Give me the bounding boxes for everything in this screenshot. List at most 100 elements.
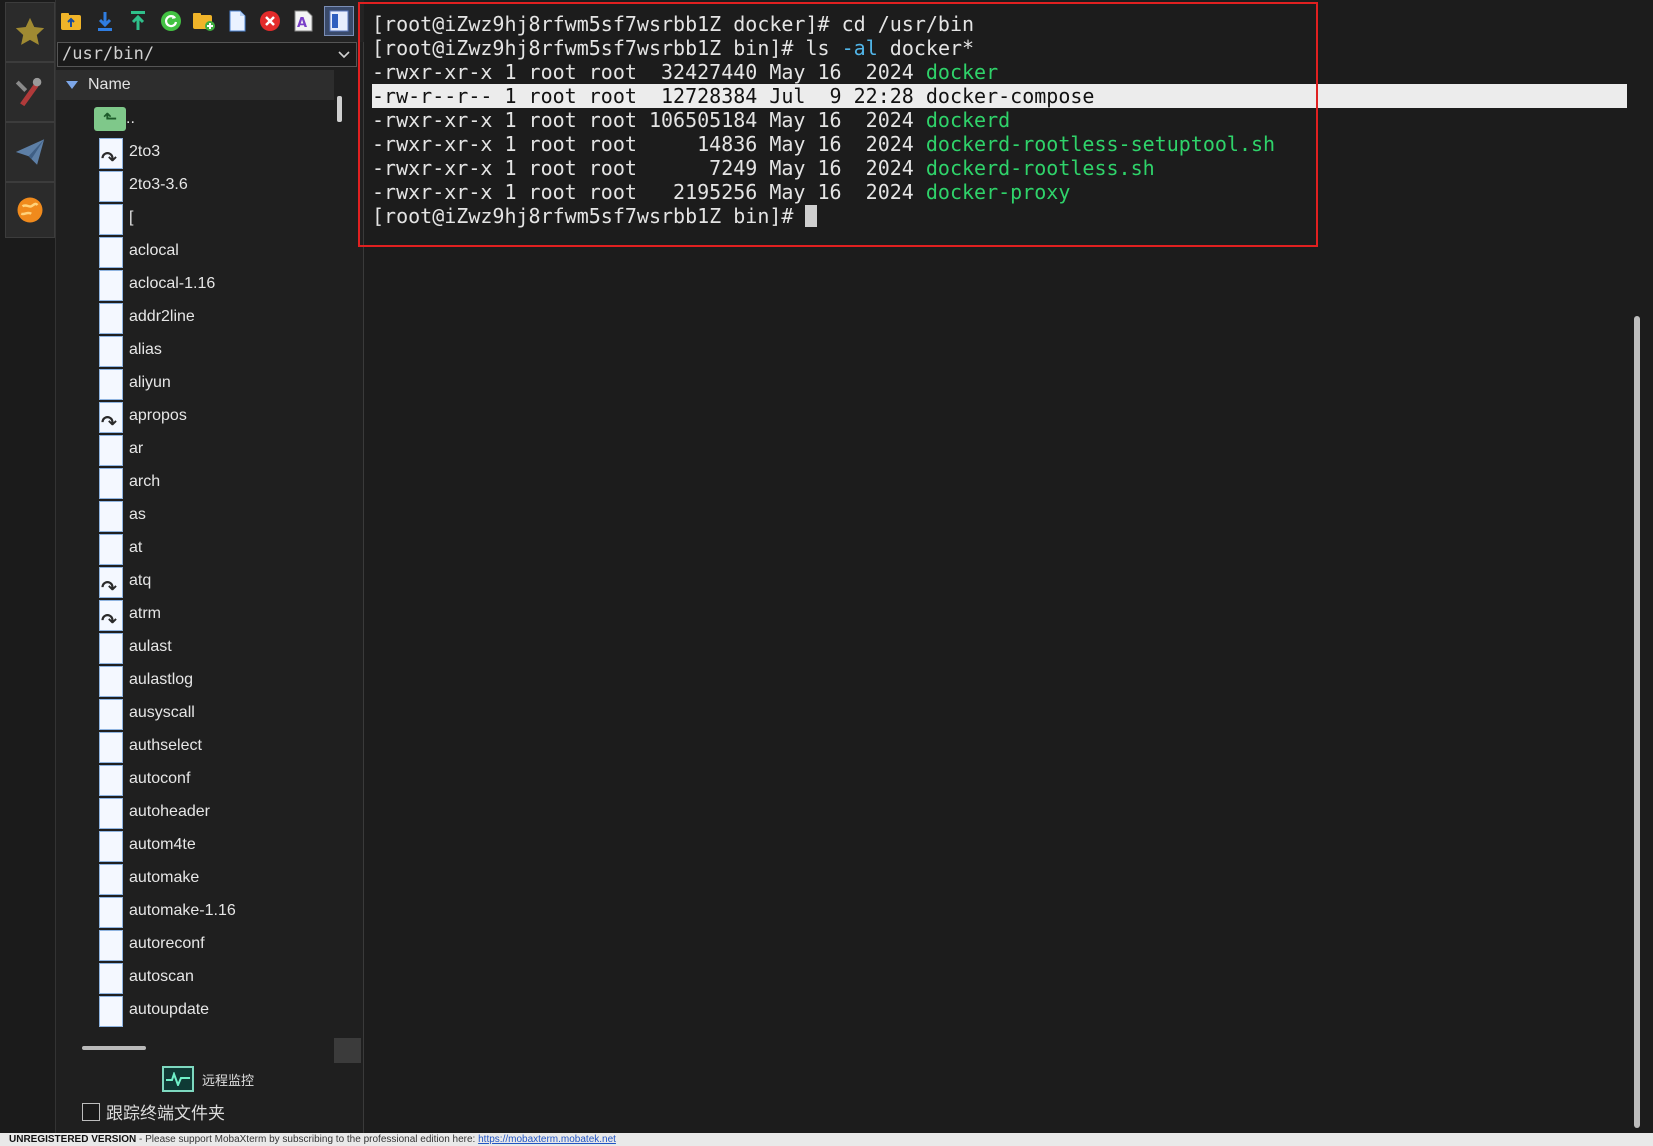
file-icon [99, 798, 123, 829]
file-row[interactable]: authselect [56, 730, 334, 763]
file-row[interactable]: autoconf [56, 763, 334, 796]
file-row[interactable]: at [56, 532, 334, 565]
svg-text:A: A [297, 16, 307, 31]
file-row[interactable]: [ [56, 202, 334, 235]
terminal-text: -rwxr-xr-x 1 root root 32427440 May 16 2… [372, 60, 926, 84]
file-icon [99, 534, 123, 565]
terminal-text: docker-proxy [925, 180, 1071, 204]
tools-icon [15, 77, 42, 107]
sftp-tab[interactable] [5, 182, 55, 238]
terminal-text: -rw-r--r-- 1 root root 12728384 Jul 9 22… [372, 84, 1095, 108]
terminal-text: dockerd-rootless-setuptool.sh [925, 132, 1276, 156]
terminal-panel[interactable]: [root@iZwz9hj8rfwm5sf7wsrbb1Z docker]# c… [358, 0, 1653, 1133]
file-row[interactable]: aclocal-1.16 [56, 268, 334, 301]
terminal-text: -rwxr-xr-x 1 root root 14836 May 16 2024 [372, 132, 926, 156]
remote-monitoring-button[interactable]: 远程监控 [162, 1064, 254, 1094]
file-row[interactable]: 2to3-3.6 [56, 169, 334, 202]
new-file-icon [229, 10, 246, 32]
parent-directory-row[interactable]: ⬑.. [56, 103, 334, 136]
file-icon [99, 303, 123, 334]
folder-up-icon [61, 13, 81, 30]
sftp-browser-panel: A /usr/bin/ Name ⬑.. 2to3 2to3-3.6 [ aclocal… [56, 0, 364, 1133]
mobatek-link[interactable]: https://mobaxterm.mobatek.net [478, 1134, 616, 1145]
terminal-text: dockerd [925, 108, 1011, 132]
terminal-text: dockerd-rootless.sh [925, 156, 1155, 180]
file-name: aliyun [129, 374, 171, 391]
path-dropdown-button[interactable] [334, 45, 354, 64]
tools-tab[interactable] [5, 62, 55, 122]
file-row[interactable]: atq [56, 565, 334, 600]
terminal-text: [root@iZwz9hj8rfwm5sf7wsrbb1Z bin]# ls [372, 36, 842, 60]
file-row[interactable]: aulastlog [56, 664, 334, 697]
file-row[interactable]: aliyun [56, 367, 334, 400]
path-input[interactable]: /usr/bin/ [57, 42, 357, 67]
new-folder-button[interactable] [192, 9, 216, 33]
name-column-header[interactable]: Name [56, 70, 334, 100]
file-row[interactable]: aulast [56, 631, 334, 664]
toggle-view-button[interactable] [324, 6, 354, 36]
file-name: 2to3 [129, 143, 161, 160]
file-row[interactable]: automake [56, 862, 334, 895]
file-name: at [129, 539, 143, 556]
file-row[interactable]: autoreconf [56, 928, 334, 961]
file-row[interactable]: autoupdate [56, 994, 334, 1027]
delete-button[interactable] [258, 9, 282, 33]
terminal-line-selected: -rw-r--r-- 1 root root 12728384 Jul 9 22… [372, 84, 1627, 108]
file-row[interactable]: ar [56, 433, 334, 466]
file-list-horizontal-scrollbar[interactable] [82, 1046, 146, 1050]
terminal-line: [root@iZwz9hj8rfwm5sf7wsrbb1Z docker]# c… [372, 12, 1627, 36]
sessions-tab[interactable] [5, 2, 55, 62]
file-row[interactable]: autoscan [56, 961, 334, 994]
file-row[interactable]: aclocal [56, 235, 334, 268]
file-row[interactable]: as [56, 499, 334, 532]
upload-button[interactable] [126, 9, 150, 33]
macros-tab[interactable] [5, 122, 55, 182]
file-list: ⬑.. 2to3 2to3-3.6 [ aclocal aclocal-1.16 addr2… [56, 103, 334, 1035]
file-icon [99, 831, 123, 862]
file-row[interactable]: 2to3 [56, 136, 334, 171]
terminal-line: [root@iZwz9hj8rfwm5sf7wsrbb1Z bin]# ls -… [372, 36, 1627, 60]
status-bar: UNREGISTERED VERSION - Please support Mo… [0, 1133, 1653, 1146]
terminal-output: [root@iZwz9hj8rfwm5sf7wsrbb1Z docker]# c… [372, 12, 1627, 228]
file-name: 2to3-3.6 [129, 176, 188, 193]
file-icon [99, 897, 123, 928]
new-file-button[interactable] [225, 9, 249, 33]
terminal-text: [root@iZwz9hj8rfwm5sf7wsrbb1Z bin]# [372, 204, 806, 228]
file-name: autoconf [129, 770, 191, 787]
file-icon [99, 501, 123, 532]
file-icon [99, 237, 123, 268]
terminal-text: -rwxr-xr-x 1 root root 106505184 May 16 … [372, 108, 926, 132]
file-name: ar [129, 440, 144, 457]
file-row[interactable]: autoheader [56, 796, 334, 829]
file-row[interactable]: addr2line [56, 301, 334, 334]
file-row[interactable]: apropos [56, 400, 334, 435]
open-editor-button[interactable]: A [291, 9, 315, 33]
download-button[interactable] [93, 9, 117, 33]
file-row[interactable]: automake-1.16 [56, 895, 334, 928]
file-row[interactable]: ausyscall [56, 697, 334, 730]
file-name: aclocal [129, 242, 179, 259]
browser-toolbar: A [56, 0, 364, 42]
file-name: arch [129, 473, 161, 490]
refresh-button[interactable] [159, 9, 183, 33]
terminal-scrollbar[interactable] [1634, 316, 1640, 1128]
follow-terminal-folder-checkbox[interactable] [82, 1102, 100, 1121]
file-name: authselect [129, 737, 202, 754]
file-icon [99, 732, 123, 763]
session-side-strip [0, 0, 56, 1133]
file-row[interactable]: atrm [56, 598, 334, 633]
symlink-file-icon [99, 600, 123, 633]
follow-terminal-folder-label: 跟踪终端文件夹 [106, 1104, 225, 1123]
file-row[interactable]: alias [56, 334, 334, 367]
file-row[interactable]: arch [56, 466, 334, 499]
parent-folder-button[interactable] [59, 9, 83, 33]
scroll-corner [334, 1038, 361, 1063]
file-list-scrollbar[interactable] [337, 96, 342, 122]
download-icon [98, 12, 112, 31]
toggle-view-icon [329, 10, 349, 32]
follow-terminal-folder-toggle[interactable]: 跟踪终端文件夹 [82, 1099, 225, 1124]
file-icon [99, 666, 123, 697]
refresh-icon [161, 11, 181, 31]
file-row[interactable]: autom4te [56, 829, 334, 862]
terminal-text: -al [841, 36, 878, 60]
